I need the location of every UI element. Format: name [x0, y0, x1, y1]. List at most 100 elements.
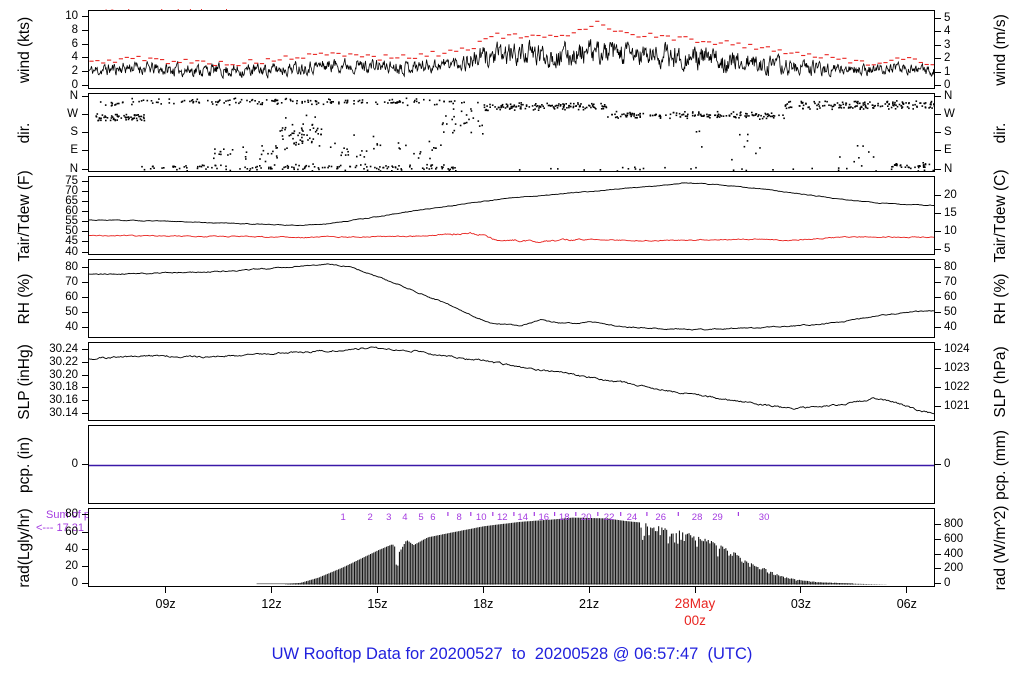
tick-label: 70 — [30, 276, 78, 289]
axis-tick — [82, 57, 88, 58]
axis-tick — [935, 583, 941, 584]
x-tick-label-line2: 00z — [670, 614, 720, 628]
panel-dir-plot — [89, 94, 935, 172]
axis-label-slp-right: SLP (hPa) — [992, 346, 1010, 417]
tick-label: 20 — [30, 560, 78, 573]
tick-label: N — [30, 90, 78, 103]
tick-label: 2 — [30, 65, 78, 78]
tick-label: N — [944, 163, 992, 176]
axis-tick — [82, 114, 88, 115]
tick-label: 30.24 — [30, 343, 78, 356]
tick-label: 5 — [944, 12, 992, 25]
axis-tick — [82, 297, 88, 298]
svg-text:10: 10 — [476, 512, 487, 523]
axis-tick — [935, 213, 941, 214]
axis-tick — [82, 387, 88, 388]
axis-tick — [82, 211, 88, 212]
axis-tick — [935, 297, 941, 298]
tick-label: 3 — [944, 39, 992, 52]
x-tick-label: 21z — [564, 597, 614, 611]
axis-label-slp-left: SLP (inHg) — [16, 344, 34, 420]
panel-slp-plot — [89, 343, 935, 421]
svg-text:24: 24 — [627, 512, 638, 523]
tick-label: 30.18 — [30, 381, 78, 394]
axis-label-temp-right: Tair/Tdew (C) — [992, 169, 1010, 262]
svg-text:18: 18 — [559, 512, 570, 523]
axis-tick — [935, 554, 941, 555]
axis-tick — [935, 31, 941, 32]
tick-label: 30.22 — [30, 356, 78, 369]
axis-tick — [82, 566, 88, 567]
tick-label: 0 — [944, 577, 992, 590]
tick-label: 20 — [944, 189, 992, 202]
svg-text:8: 8 — [456, 512, 461, 523]
svg-text:16: 16 — [539, 512, 550, 523]
tick-label: E — [944, 144, 992, 157]
x-tick-label: 15z — [352, 597, 402, 611]
axis-tick — [935, 114, 941, 115]
axis-tick — [82, 231, 88, 232]
axis-tick — [82, 312, 88, 313]
axis-label-wind-right: wind (m/s) — [992, 14, 1010, 85]
axis-tick — [935, 464, 941, 465]
axis-tick — [935, 45, 941, 46]
panel-rh-plot — [89, 260, 935, 338]
panel-temp-plot — [89, 177, 935, 255]
axis-tick — [82, 221, 88, 222]
axis-tick — [82, 132, 88, 133]
axis-tick — [82, 96, 88, 97]
axis-label-wind-left: wind (kts) — [16, 16, 34, 82]
panel-rad-plot: 1234568101214161820222426282930 — [89, 509, 935, 587]
svg-text:1: 1 — [340, 512, 345, 523]
axis-tick — [82, 191, 88, 192]
axis-label-dir-right: dir. — [992, 122, 1010, 143]
tick-label: 60 — [30, 526, 78, 539]
axis-label-rad-right: rad (W/m^2) — [992, 505, 1010, 590]
axis-tick — [82, 181, 88, 182]
tick-label: 40 — [944, 321, 992, 334]
panel-dir — [88, 93, 935, 172]
axis-tick — [935, 18, 941, 19]
axis-tick — [82, 375, 88, 376]
axis-tick — [935, 195, 941, 196]
axis-tick — [82, 85, 88, 86]
tick-label: 15 — [944, 207, 992, 220]
axis-tick — [935, 169, 941, 170]
tick-label: 4 — [30, 51, 78, 64]
svg-text:22: 22 — [604, 512, 615, 523]
x-tick-label: 12z — [247, 597, 297, 611]
axis-tick — [935, 58, 941, 59]
tick-label: 10 — [944, 225, 992, 238]
tick-label: 400 — [944, 548, 992, 561]
axis-tick — [82, 514, 88, 515]
x-tick-label: 28May — [670, 597, 720, 611]
tick-label: 1 — [944, 66, 992, 79]
tick-label: 1021 — [944, 400, 992, 413]
axis-tick — [935, 368, 941, 369]
tick-label: E — [30, 144, 78, 157]
x-axis-tick — [906, 587, 907, 593]
axis-tick — [82, 532, 88, 533]
axis-tick — [82, 71, 88, 72]
chart-title: UW Rooftop Data for 20200527 to 20200528… — [0, 645, 1024, 664]
axis-tick — [935, 568, 941, 569]
axis-tick — [82, 267, 88, 268]
svg-text:12: 12 — [497, 512, 508, 523]
axis-tick — [935, 249, 941, 250]
tick-label: 1024 — [944, 343, 992, 356]
tick-label: 5 — [944, 243, 992, 256]
tick-label: 6 — [30, 38, 78, 51]
axis-tick — [935, 132, 941, 133]
x-axis-tick — [165, 587, 166, 593]
panel-pcp-plot — [89, 426, 935, 504]
panel-wind-plot — [89, 11, 935, 89]
svg-text:28: 28 — [692, 512, 703, 523]
tick-label: W — [944, 108, 992, 121]
tick-label: 4 — [944, 25, 992, 38]
svg-text:4: 4 — [402, 512, 407, 523]
axis-tick — [935, 539, 941, 540]
axis-tick — [82, 16, 88, 17]
axis-tick — [935, 312, 941, 313]
axis-tick — [935, 85, 941, 86]
panel-wind — [88, 10, 935, 89]
